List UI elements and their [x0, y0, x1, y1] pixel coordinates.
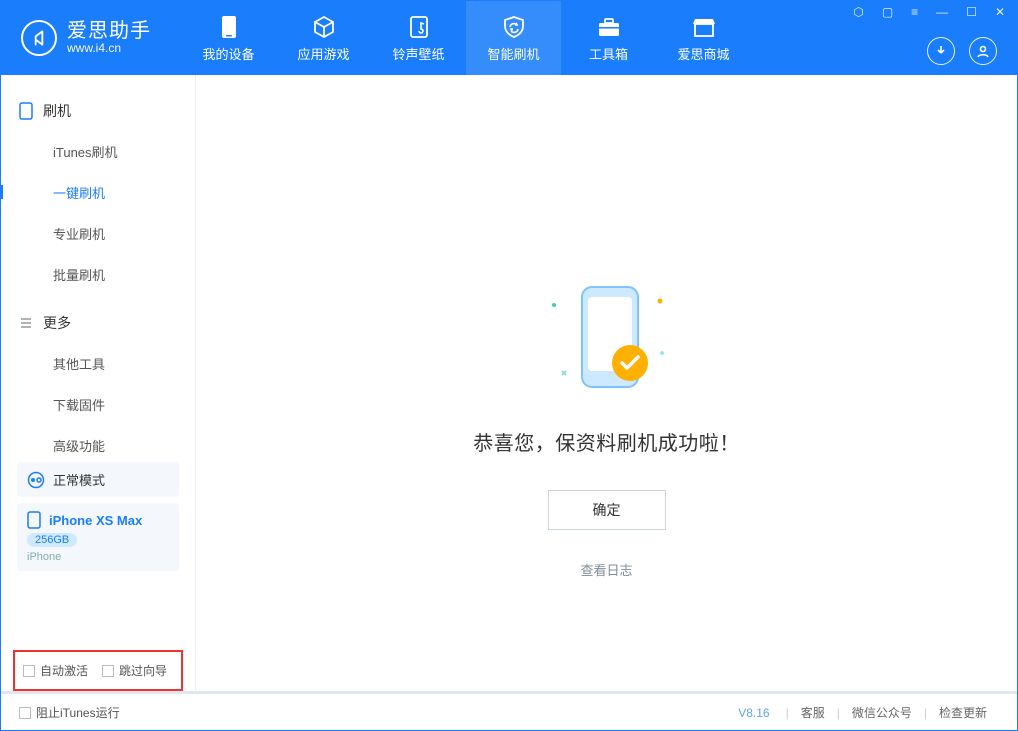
music-file-icon — [408, 14, 430, 40]
checkbox-block-itunes[interactable]: 阻止iTunes运行 — [19, 704, 120, 721]
titlebar-right-icons — [927, 37, 997, 65]
tab-label: 爱思商城 — [677, 44, 729, 63]
device-type: iPhone — [27, 551, 61, 563]
logo: 爱思助手 www.i4.cn — [1, 20, 181, 56]
mode-label: 正常模式 — [53, 470, 105, 489]
maximize-button[interactable]: ☐ — [962, 3, 981, 21]
device-cards: 正常模式 iPhone XS Max 256GB iPhone — [17, 456, 179, 571]
refresh-shield-icon — [501, 14, 527, 40]
success-hero: 恭喜您，保资料刷机成功啦！ 确定 查看日志 — [473, 275, 740, 579]
tab-toolbox[interactable]: 工具箱 — [561, 1, 656, 75]
sidebar-item-batch-flash[interactable]: 批量刷机 — [1, 254, 195, 295]
box-icon[interactable]: ▢ — [878, 3, 897, 21]
tab-label: 我的设备 — [202, 44, 254, 63]
tshirt-icon[interactable]: ⬡ — [849, 3, 867, 21]
checkbox-label: 跳过向导 — [119, 662, 167, 679]
highlight-box: 自动激活 跳过向导 — [13, 650, 183, 691]
tab-ringtones[interactable]: 铃声壁纸 — [371, 1, 466, 75]
sidebar-section-flash: 刷机 — [1, 97, 195, 131]
footer-link-update[interactable]: 检查更新 — [927, 704, 999, 721]
titlebar: 爱思助手 www.i4.cn 我的设备 应用游戏 铃声壁纸 智能刷机 工具箱 爱… — [1, 1, 1017, 75]
tab-flash[interactable]: 智能刷机 — [466, 1, 561, 75]
footer: 阻止iTunes运行 V8.16 | 客服 | 微信公众号 | 检查更新 — [1, 691, 1017, 731]
download-icon[interactable] — [927, 37, 955, 65]
footer-link-support[interactable]: 客服 — [789, 704, 837, 721]
sidebar-item-download-firmware[interactable]: 下载固件 — [1, 384, 195, 425]
app-name: 爱思助手 — [67, 20, 151, 42]
version-label: V8.16 — [738, 706, 769, 720]
section-title: 更多 — [43, 313, 71, 333]
checkbox-label: 自动激活 — [40, 662, 88, 679]
mode-card-normal[interactable]: 正常模式 — [17, 462, 179, 497]
tab-apps[interactable]: 应用游戏 — [276, 1, 371, 75]
user-icon[interactable] — [969, 37, 997, 65]
main-content: 恭喜您，保资料刷机成功啦！ 确定 查看日志 — [196, 75, 1017, 691]
list-icon — [19, 316, 33, 330]
device-icon — [27, 511, 41, 529]
ok-button[interactable]: 确定 — [548, 490, 666, 530]
device-card[interactable]: iPhone XS Max 256GB iPhone — [17, 503, 179, 571]
checkbox-auto-activate[interactable]: 自动激活 — [23, 662, 88, 679]
phone-icon — [220, 14, 238, 40]
checkbox-skip-guide[interactable]: 跳过向导 — [102, 662, 167, 679]
tab-my-device[interactable]: 我的设备 — [181, 1, 276, 75]
tab-label: 铃声壁纸 — [392, 44, 444, 63]
view-log-link[interactable]: 查看日志 — [580, 560, 632, 579]
success-illustration — [532, 275, 682, 405]
section-title: 刷机 — [43, 101, 71, 121]
minimize-button[interactable]: — — [932, 3, 952, 21]
tab-label: 应用游戏 — [297, 44, 349, 63]
sync-icon — [27, 471, 45, 489]
window-controls: ⬡ ▢ ≡ — ☐ ✕ — [849, 3, 1009, 21]
sidebar: 刷机 iTunes刷机 一键刷机 专业刷机 批量刷机 更多 其他工具 下载固件 … — [1, 75, 196, 691]
sidebar-item-itunes-flash[interactable]: iTunes刷机 — [1, 131, 195, 172]
sidebar-item-pro-flash[interactable]: 专业刷机 — [1, 213, 195, 254]
sidebar-item-oneclick-flash[interactable]: 一键刷机 — [1, 172, 195, 213]
menu-icon[interactable]: ≡ — [907, 3, 922, 21]
store-icon — [691, 14, 717, 40]
device-name: iPhone XS Max — [49, 513, 142, 528]
device-storage: 256GB — [27, 533, 77, 547]
main-tabs: 我的设备 应用游戏 铃声壁纸 智能刷机 工具箱 爱思商城 — [181, 1, 751, 75]
footer-link-wechat[interactable]: 微信公众号 — [840, 704, 924, 721]
phone-outline-icon — [19, 102, 33, 120]
cube-icon — [311, 14, 337, 40]
toolbox-icon — [596, 14, 622, 40]
success-title: 恭喜您，保资料刷机成功啦！ — [473, 427, 740, 456]
logo-icon — [21, 20, 57, 56]
tab-store[interactable]: 爱思商城 — [656, 1, 751, 75]
tab-label: 工具箱 — [589, 44, 628, 63]
sidebar-section-more: 更多 — [1, 309, 195, 343]
sidebar-item-other-tools[interactable]: 其他工具 — [1, 343, 195, 384]
body: 刷机 iTunes刷机 一键刷机 专业刷机 批量刷机 更多 其他工具 下载固件 … — [1, 75, 1017, 691]
app-url: www.i4.cn — [67, 42, 151, 55]
checkbox-label: 阻止iTunes运行 — [36, 704, 120, 721]
tab-label: 智能刷机 — [487, 44, 539, 63]
close-button[interactable]: ✕ — [991, 3, 1009, 21]
